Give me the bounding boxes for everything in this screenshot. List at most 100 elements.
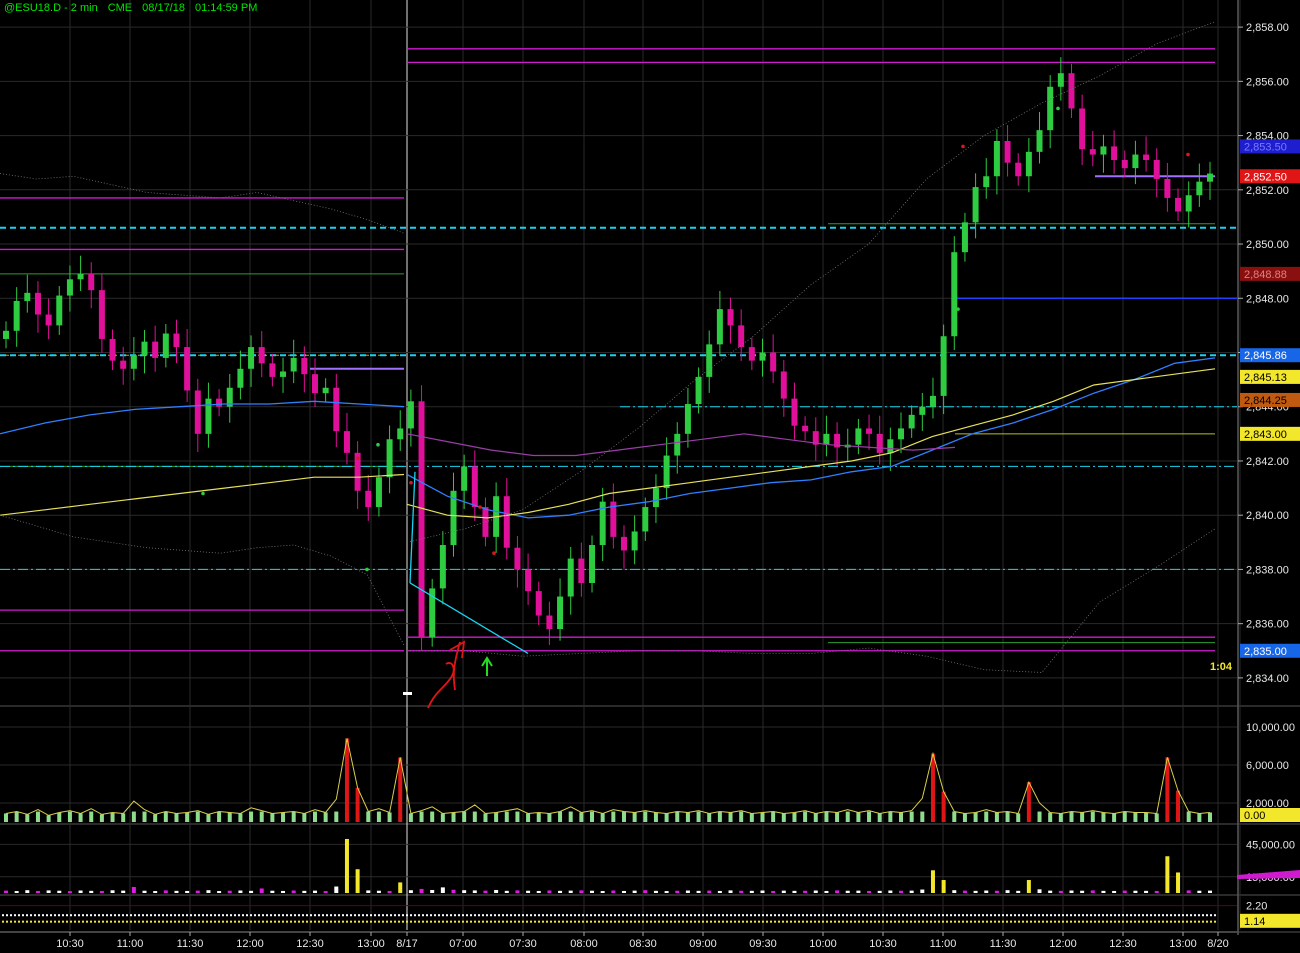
candle-body: [471, 466, 478, 508]
indicator-dot: [726, 920, 728, 923]
indicator-dot: [638, 914, 640, 917]
indicator-dot: [894, 914, 896, 917]
volume-bar: [643, 811, 648, 822]
indicator-dot: [298, 914, 300, 917]
tick-volume-bar: [249, 890, 254, 893]
indicator-dot: [174, 920, 176, 923]
volume-bar: [419, 811, 424, 822]
volume-bar: [344, 811, 349, 822]
indicator-dot: [914, 914, 916, 917]
volume-bar: [57, 812, 62, 822]
y-tick-label: 2,838.00: [1246, 564, 1289, 576]
indicator-dot: [446, 920, 448, 923]
indicator-dot: [602, 920, 604, 923]
indicator-dot: [402, 914, 404, 917]
candle-body: [13, 300, 20, 331]
indicator-dot: [398, 920, 400, 923]
tick-volume-bar: [728, 890, 733, 893]
candle-body: [56, 295, 63, 326]
indicator-dot: [1122, 920, 1124, 923]
indicator-dot: [854, 920, 856, 923]
indicator-dot: [910, 920, 912, 923]
volume-bar: [1080, 812, 1085, 822]
indicator-dot: [1138, 920, 1140, 923]
volume-bar: [4, 813, 8, 822]
indicator-dot: [246, 914, 248, 917]
indicator-dot: [1086, 920, 1088, 923]
indicator-dot: [98, 914, 100, 917]
indicator-dot: [990, 920, 992, 923]
tick-volume-bar: [643, 890, 648, 893]
chart-window[interactable]: 2,834.00 2,836.00 2,838.00 2,840.00 2,842.00…: [0, 0, 1300, 953]
indicator-dot: [486, 920, 488, 923]
tick-volume-bar: [1101, 890, 1106, 893]
indicator-dot: [202, 920, 204, 923]
candle-body: [365, 490, 372, 508]
chart-canvas[interactable]: 2,834.00 2,836.00 2,838.00 2,840.00 2,842.00…: [0, 0, 1300, 953]
candle-body: [1004, 141, 1011, 163]
indicator-dot: [614, 920, 616, 923]
candle-body: [802, 425, 809, 432]
indicator-dot: [394, 914, 396, 917]
volume-value-text: 0.00: [1244, 810, 1265, 822]
indicator-dot: [1110, 920, 1112, 923]
tick-volume-bar: [749, 890, 754, 893]
indicator-dot: [1198, 920, 1200, 923]
indicator-dot: [410, 920, 412, 923]
indicator-dot: [662, 914, 664, 917]
volume-bar: [451, 812, 456, 822]
indicator-dot: [770, 920, 772, 923]
indicator-dot: [930, 914, 932, 917]
candle-body: [1079, 108, 1086, 150]
indicator-dot: [1194, 914, 1196, 917]
indicator-dot: [22, 920, 24, 923]
volume-bar: [334, 811, 339, 822]
indicator-dot: [850, 914, 852, 917]
indicator-dot: [830, 920, 832, 923]
tick-volume-bar: [121, 890, 126, 893]
candle-body: [1057, 73, 1064, 87]
indicator-dot: [898, 914, 900, 917]
tick-volume-bar: [1133, 890, 1138, 893]
price-label-text: 2,843.00: [1244, 429, 1287, 441]
indicator-dot: [546, 914, 548, 917]
indicator-dot: [618, 920, 620, 923]
indicator-dot: [514, 914, 516, 917]
tick-volume-bar: [941, 880, 946, 893]
indicator-dot: [290, 914, 292, 917]
indicator-dot: [130, 920, 132, 923]
indicator-dot: [14, 914, 16, 917]
indicator-dot: [506, 920, 508, 923]
indicator-dot: [1114, 914, 1116, 917]
candle-body: [993, 141, 1000, 177]
indicator-dot: [998, 914, 1000, 917]
volume-bar: [142, 811, 147, 822]
x-tick-label: 11:30: [177, 938, 204, 950]
indicator-dot: [574, 914, 576, 917]
x-tick-label: 09:00: [689, 938, 717, 950]
x-tick-label: 10:00: [809, 938, 837, 950]
x-tick-label: 11:30: [990, 938, 1017, 950]
indicator-dot: [678, 914, 680, 917]
indicator-dot: [950, 920, 952, 923]
indicator-dot: [746, 914, 748, 917]
indicator-dot: [966, 914, 968, 917]
volume-bar: [163, 811, 168, 822]
indicator-dot: [266, 920, 268, 923]
candle-body: [951, 252, 958, 337]
x-tick-label: 8/20: [1207, 938, 1228, 950]
indicator-dot: [330, 914, 332, 917]
indicator-dot: [894, 920, 896, 923]
tick-volume-bar: [334, 886, 339, 893]
tick-volume-bar: [717, 890, 722, 893]
indicator-dot: [1206, 920, 1208, 923]
indicator-value-text: 1.14: [1244, 916, 1265, 928]
indicator-dot: [610, 920, 612, 923]
indicator-dot: [942, 914, 944, 917]
indicator-dot: [1050, 920, 1052, 923]
volume-bar: [1026, 811, 1031, 822]
indicator-dot: [386, 920, 388, 923]
candle-body: [780, 371, 787, 399]
indicator-dot: [18, 920, 20, 923]
indicator-dot: [594, 914, 596, 917]
